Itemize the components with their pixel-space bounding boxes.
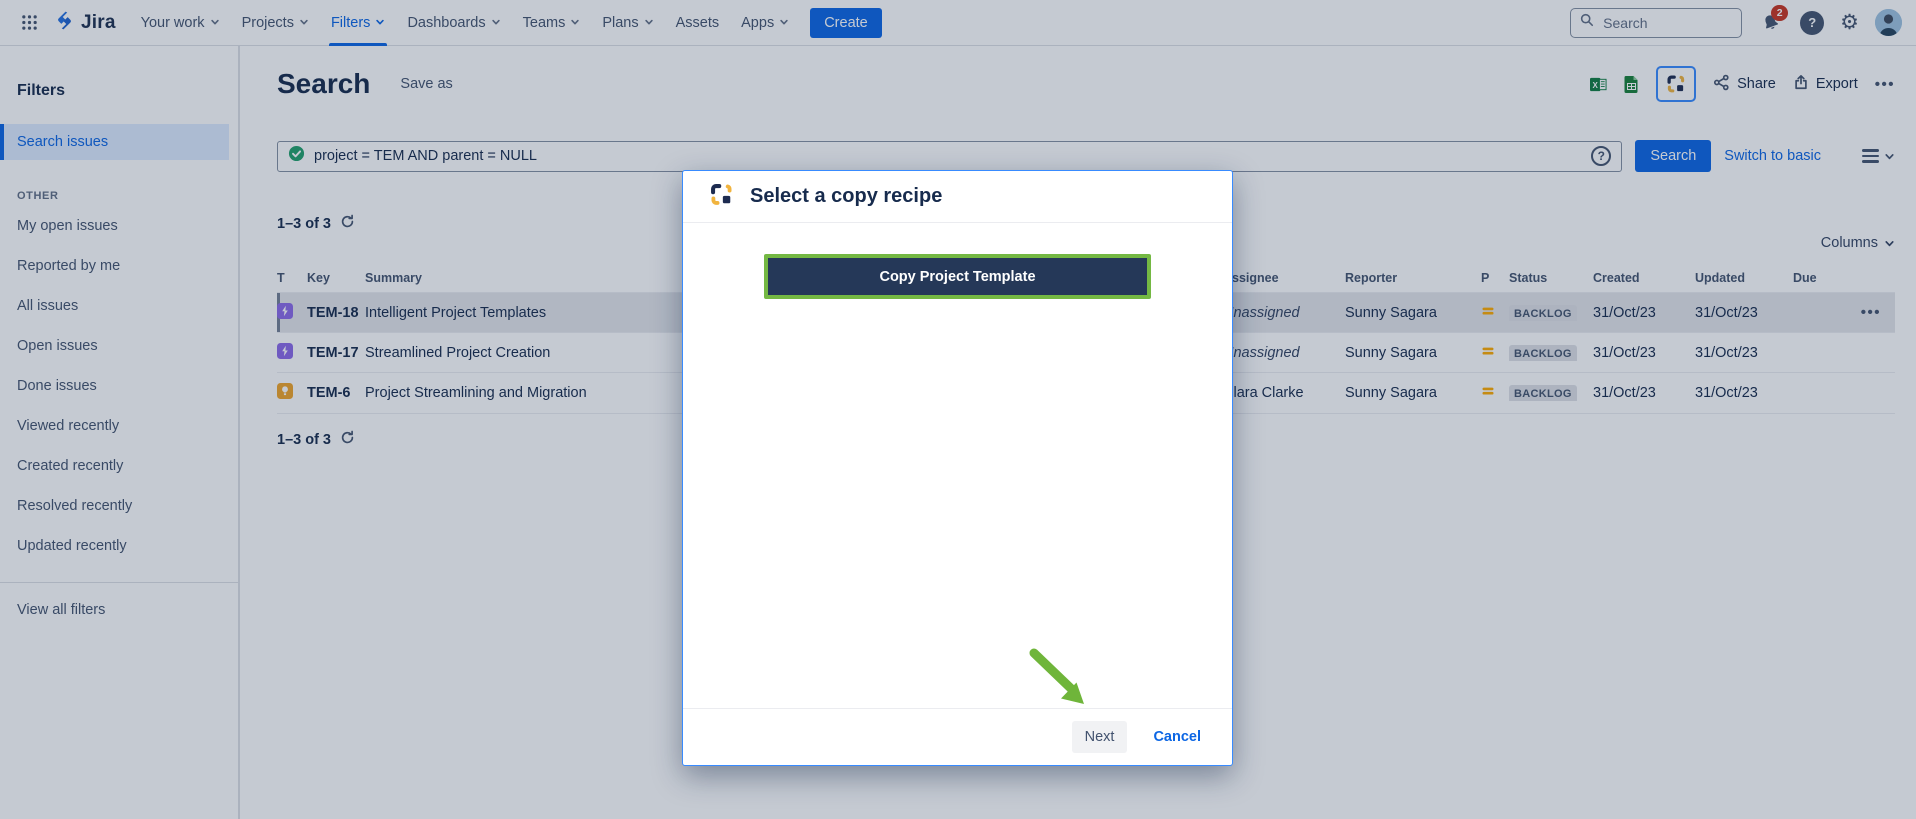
copy-recipe-dialog: Select a copy recipe Copy Project Templa… [682, 170, 1233, 766]
copy-recipe-icon [708, 181, 735, 213]
copy-project-template-button[interactable]: Copy Project Template [764, 254, 1151, 299]
cancel-button[interactable]: Cancel [1147, 728, 1207, 746]
next-button[interactable]: Next [1072, 721, 1128, 753]
dialog-title: Select a copy recipe [750, 185, 942, 208]
